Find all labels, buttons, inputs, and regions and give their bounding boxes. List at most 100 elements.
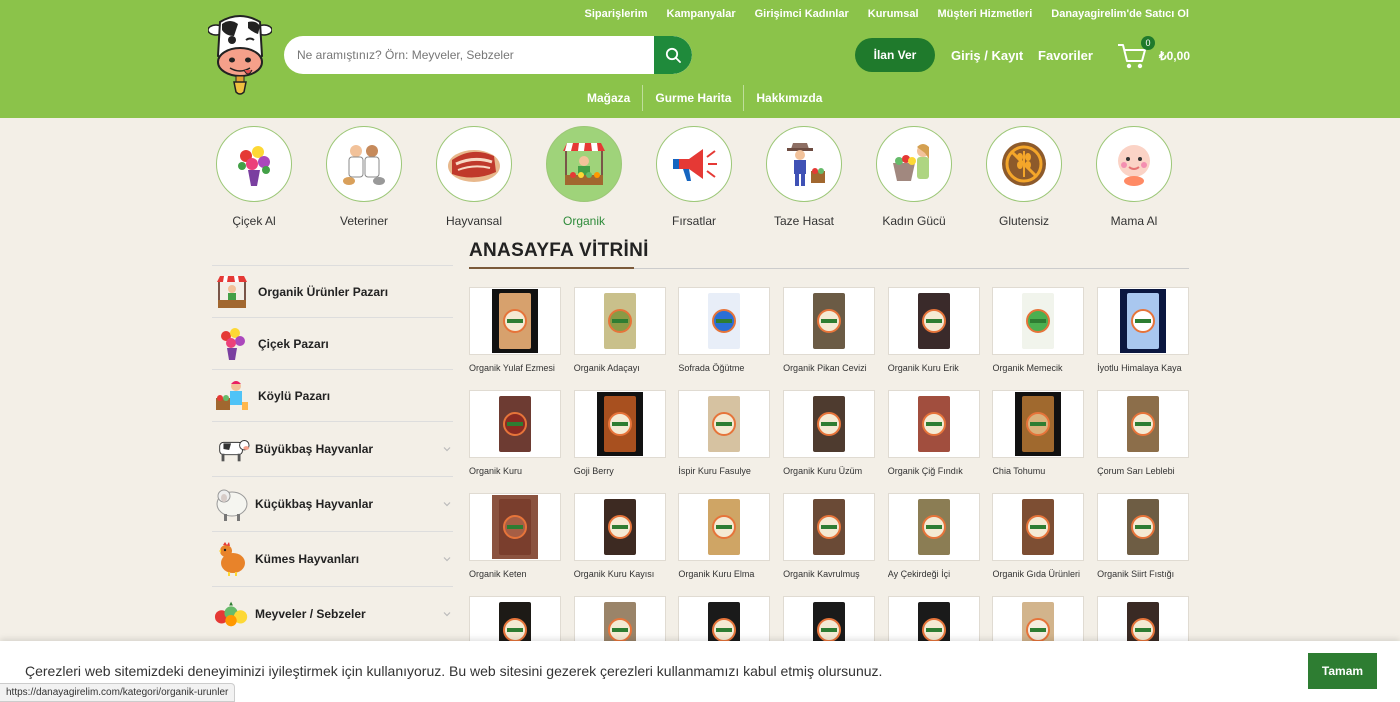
product-image[interactable] bbox=[573, 287, 666, 355]
category-mama-al[interactable]: Mama Al bbox=[1096, 126, 1172, 228]
category-glutensiz[interactable]: Glutensiz bbox=[986, 126, 1062, 228]
favorites-link[interactable]: Favoriler bbox=[1038, 48, 1093, 63]
product-name[interactable]: İspir Kuru Fasulye bbox=[678, 466, 770, 476]
sidebar-item-kucukbas-hayvanlar[interactable]: Küçükbaş Hayvanlar bbox=[212, 476, 453, 531]
product-name[interactable]: Goji Berry bbox=[574, 466, 666, 476]
product-name[interactable]: Organik Yulaf Ezmesi bbox=[469, 363, 561, 373]
product-card[interactable]: Chia Tohumu bbox=[992, 390, 1085, 493]
category-taze-hasat[interactable]: Taze Hasat bbox=[766, 126, 842, 228]
product-name[interactable]: Organik Keten bbox=[469, 569, 561, 579]
product-image[interactable] bbox=[573, 390, 666, 458]
product-card[interactable]: Organik Kuru Kayısı bbox=[573, 493, 666, 596]
category-veteriner[interactable]: Veteriner bbox=[326, 126, 402, 228]
product-image[interactable] bbox=[783, 287, 876, 355]
product-image[interactable] bbox=[1097, 493, 1190, 561]
sidebar-item-organik-urunler-pazari[interactable]: Organik Ürünler Pazarı bbox=[212, 265, 453, 317]
product-card[interactable]: Organik Adaçayı bbox=[573, 287, 666, 390]
top-link-become-seller[interactable]: Danayagirelim'de Satıcı Ol bbox=[1051, 8, 1189, 20]
product-name[interactable]: Organik Gıda Ürünleri bbox=[992, 569, 1084, 579]
product-card[interactable]: Organik Keten bbox=[469, 493, 561, 596]
cart-total[interactable]: ₺0,00 bbox=[1159, 49, 1190, 63]
product-image[interactable] bbox=[678, 493, 771, 561]
chevron-down-icon[interactable] bbox=[443, 555, 451, 563]
product-name[interactable]: Organik Kuru Erik bbox=[888, 363, 980, 373]
product-image[interactable] bbox=[992, 287, 1085, 355]
product-image[interactable] bbox=[469, 390, 561, 458]
product-name[interactable]: Organik Adaçayı bbox=[574, 363, 666, 373]
login-register-link[interactable]: Giriş / Kayıt bbox=[951, 48, 1023, 63]
product-image[interactable] bbox=[1097, 390, 1190, 458]
search-button[interactable] bbox=[654, 36, 692, 74]
product-image[interactable] bbox=[678, 287, 771, 355]
sidebar-item-meyveler-sebzeler[interactable]: Meyveler / Sebzeler bbox=[212, 586, 453, 641]
product-image[interactable] bbox=[469, 287, 561, 355]
product-card[interactable]: Ay Çekirdeği İçi bbox=[887, 493, 980, 596]
sidebar-item-kumes-hayvanlari[interactable]: Kümes Hayvanları bbox=[212, 531, 453, 586]
product-card[interactable]: İspir Kuru Fasulye bbox=[678, 390, 771, 493]
product-card[interactable]: Organik Çiğ Fındık bbox=[887, 390, 980, 493]
cookie-accept-button[interactable]: Tamam bbox=[1308, 653, 1377, 689]
category-hayvansal[interactable]: Hayvansal bbox=[436, 126, 512, 228]
category-kadin-gucu[interactable]: Kadın Gücü bbox=[876, 126, 952, 228]
category-firsatlar[interactable]: Fırsatlar bbox=[656, 126, 732, 228]
product-card[interactable]: Organik Siirt Fıstığı bbox=[1097, 493, 1190, 596]
chevron-down-icon[interactable] bbox=[443, 610, 451, 618]
product-image[interactable] bbox=[783, 493, 876, 561]
product-name[interactable]: Organik Kuru bbox=[469, 466, 561, 476]
sidebar-item-cicek-pazari[interactable]: Çiçek Pazarı bbox=[212, 317, 453, 369]
product-name[interactable]: Organik Kuru Kayısı bbox=[574, 569, 666, 579]
product-card[interactable]: Organik Kuru bbox=[469, 390, 561, 493]
product-image[interactable] bbox=[469, 493, 561, 561]
sidebar-item-buyukbas-hayvanlar[interactable]: Büyükbaş Hayvanlar bbox=[212, 421, 453, 476]
product-name[interactable]: Chia Tohumu bbox=[992, 466, 1084, 476]
product-name[interactable]: Organik Kuru Elma bbox=[678, 569, 770, 579]
product-image[interactable] bbox=[992, 493, 1085, 561]
product-name[interactable]: Organik Memecik bbox=[992, 363, 1084, 373]
product-card[interactable]: Organik Kuru Elma bbox=[678, 493, 771, 596]
product-name[interactable]: Organik Pikan Cevizi bbox=[783, 363, 875, 373]
nav-store[interactable]: Mağaza bbox=[575, 85, 642, 111]
product-card[interactable]: Sofrada Öğütme bbox=[678, 287, 771, 390]
product-card[interactable]: İyotlu Himalaya Kaya bbox=[1097, 287, 1190, 390]
product-image[interactable] bbox=[887, 493, 980, 561]
sidebar-item-koylu-pazari[interactable]: Köylü Pazarı bbox=[212, 369, 453, 421]
product-card[interactable]: Organik Kuru Erik bbox=[887, 287, 980, 390]
product-card[interactable]: Organik Yulaf Ezmesi bbox=[469, 287, 561, 390]
product-image[interactable] bbox=[573, 493, 666, 561]
product-image[interactable] bbox=[887, 287, 980, 355]
product-image[interactable] bbox=[992, 390, 1085, 458]
chevron-down-icon[interactable] bbox=[443, 500, 451, 508]
product-image[interactable] bbox=[783, 390, 876, 458]
product-name[interactable]: Organik Kuru Üzüm bbox=[783, 466, 875, 476]
top-link-customer-service[interactable]: Müşteri Hizmetleri bbox=[938, 8, 1033, 20]
product-image[interactable] bbox=[887, 390, 980, 458]
product-name[interactable]: İyotlu Himalaya Kaya bbox=[1097, 363, 1189, 373]
top-link-women-entrepreneurs[interactable]: Girişimci Kadınlar bbox=[755, 8, 849, 20]
product-card[interactable]: Organik Gıda Ürünleri bbox=[992, 493, 1085, 596]
post-listing-button[interactable]: İlan Ver bbox=[855, 38, 935, 72]
product-name[interactable]: Organik Kavrulmuş bbox=[783, 569, 875, 579]
category-organik[interactable]: Organik bbox=[546, 126, 622, 228]
product-card[interactable]: Organik Pikan Cevizi bbox=[783, 287, 876, 390]
search-input[interactable] bbox=[284, 36, 654, 74]
cow-logo-icon[interactable] bbox=[208, 10, 272, 96]
product-card[interactable]: Goji Berry bbox=[573, 390, 666, 493]
nav-gourmet-map[interactable]: Gurme Harita bbox=[642, 85, 743, 111]
nav-about[interactable]: Hakkımızda bbox=[743, 85, 834, 111]
product-image[interactable] bbox=[678, 390, 771, 458]
top-link-campaigns[interactable]: Kampanyalar bbox=[667, 8, 736, 20]
category-cicek-al[interactable]: Çiçek Al bbox=[216, 126, 292, 228]
product-name[interactable]: Sofrada Öğütme bbox=[678, 363, 770, 373]
product-name[interactable]: Organik Siirt Fıstığı bbox=[1097, 569, 1189, 579]
product-name[interactable]: Organik Çiğ Fındık bbox=[888, 466, 980, 476]
product-card[interactable]: Organik Kuru Üzüm bbox=[783, 390, 876, 493]
top-link-corporate[interactable]: Kurumsal bbox=[868, 8, 919, 20]
product-image[interactable] bbox=[1097, 287, 1190, 355]
product-card[interactable]: Çorum Sarı Leblebi bbox=[1097, 390, 1190, 493]
top-link-orders[interactable]: Siparişlerim bbox=[585, 8, 648, 20]
product-name[interactable]: Ay Çekirdeği İçi bbox=[888, 569, 980, 579]
chevron-down-icon[interactable] bbox=[443, 445, 451, 453]
product-name[interactable]: Çorum Sarı Leblebi bbox=[1097, 466, 1189, 476]
product-card[interactable]: Organik Memecik bbox=[992, 287, 1085, 390]
product-card[interactable]: Organik Kavrulmuş bbox=[783, 493, 876, 596]
